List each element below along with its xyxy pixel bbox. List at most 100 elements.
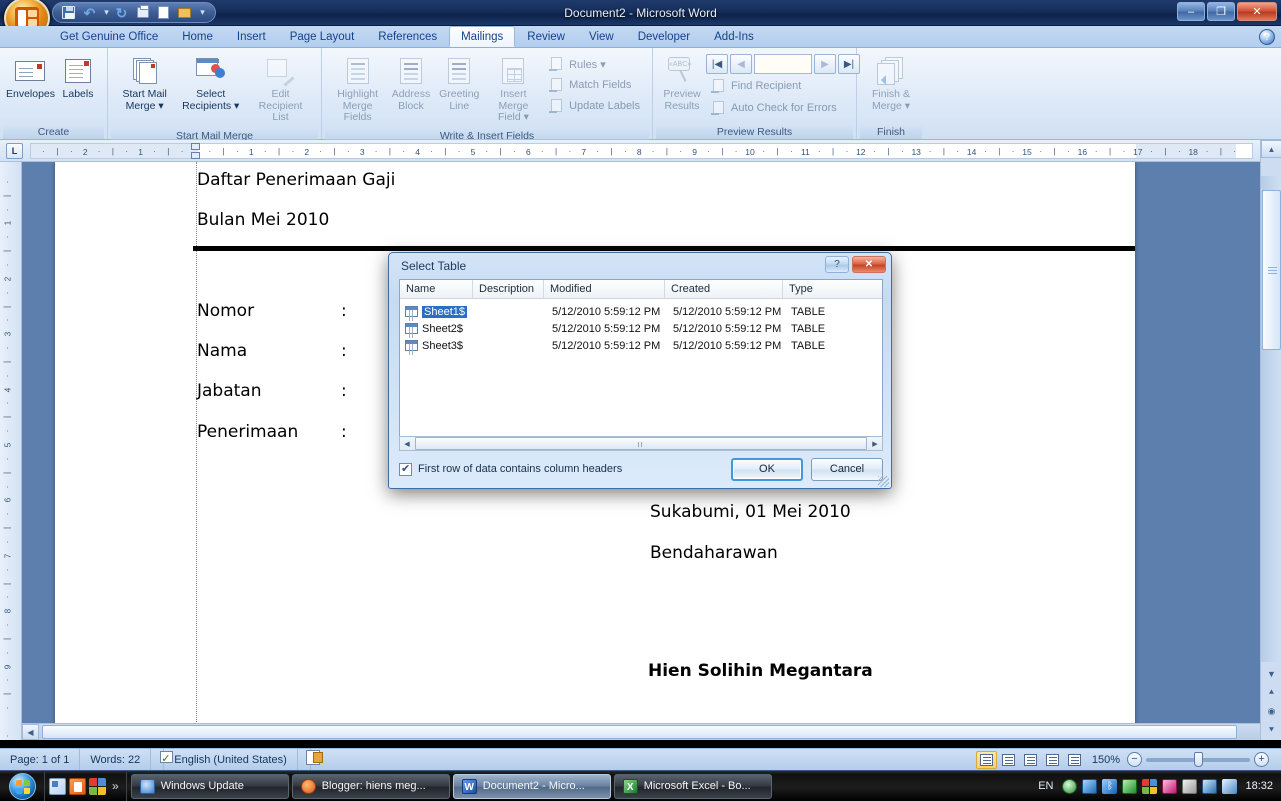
web-layout-view-button[interactable]: [1020, 751, 1041, 769]
bluetooth-tray-icon[interactable]: ᛒ: [1102, 778, 1118, 794]
first-row-headers-checkbox[interactable]: First row of data contains column header…: [399, 462, 622, 476]
dialog-close-button[interactable]: ✕: [852, 256, 886, 273]
horizontal-scroll-thumb[interactable]: [42, 725, 1237, 739]
select-recipients-button[interactable]: Select Recipients ▾: [176, 52, 245, 115]
tab-review[interactable]: Review: [515, 26, 577, 47]
address-block-button[interactable]: Address Block: [388, 52, 433, 115]
draft-view-button[interactable]: [1064, 751, 1085, 769]
zoom-slider-control[interactable]: − +: [1127, 751, 1277, 767]
finish-merge-button[interactable]: Finish & Merge ▾: [864, 52, 918, 115]
green-tray-icon[interactable]: [1122, 778, 1138, 794]
insert-merge-field-button[interactable]: Insert Merge Field ▾: [485, 52, 542, 127]
cancel-button[interactable]: Cancel: [811, 457, 883, 481]
media-tray-icon[interactable]: [1142, 778, 1158, 794]
next-page-button[interactable]: ⯆: [1261, 721, 1281, 740]
track-changes-status[interactable]: [298, 748, 311, 771]
dialog-scroll-right-button[interactable]: ▶: [868, 437, 882, 450]
auto-check-errors-button[interactable]: Auto Check for Errors: [706, 98, 860, 118]
zoom-slider-thumb[interactable]: [1194, 751, 1203, 767]
left-indent-handle[interactable]: [191, 143, 200, 150]
dialog-resize-grip[interactable]: [878, 476, 889, 487]
globe-tray-icon[interactable]: [1062, 778, 1078, 794]
rules-button[interactable]: Rules ▾: [544, 54, 645, 74]
taskbar-item-windows-update[interactable]: Windows Update: [130, 773, 289, 799]
scroll-left-button[interactable]: ◀: [22, 724, 39, 740]
tab-add-ins[interactable]: Add-Ins: [702, 26, 766, 47]
select-browse-object-button[interactable]: ◉: [1261, 702, 1281, 721]
update-labels-button[interactable]: Update Labels: [544, 96, 645, 116]
table-row[interactable]: Sheet1$ 5/12/2010 5:59:12 PM 5/12/2010 5…: [400, 303, 882, 320]
taskbar-item-excel[interactable]: Microsoft Excel - Bo...: [613, 773, 772, 799]
horizontal-ruler-strip[interactable]: 2 1 1 2 3 4 5 6 7 8 9 10 11 12 13 14 15 16 17 18 · | · · | · · | · · |…: [30, 143, 1253, 159]
previous-page-button[interactable]: ⯅: [1261, 683, 1281, 702]
outline-view-button[interactable]: [1042, 751, 1063, 769]
checkbox-icon[interactable]: [399, 462, 412, 476]
blue-tray-icon[interactable]: [1082, 778, 1098, 794]
zoom-level-label[interactable]: 150%: [1086, 754, 1126, 766]
dialog-help-button[interactable]: ?: [825, 256, 849, 273]
next-record-button[interactable]: ▶: [814, 54, 836, 74]
find-recipient-button[interactable]: Find Recipient: [706, 76, 860, 96]
new-document-button[interactable]: [154, 4, 173, 22]
vertical-scroll-thumb[interactable]: [1262, 190, 1281, 350]
greeting-line-button[interactable]: Greeting Line: [436, 52, 483, 115]
save-button[interactable]: [59, 4, 78, 22]
start-button[interactable]: [0, 772, 44, 801]
table-row[interactable]: Sheet3$ 5/12/2010 5:59:12 PM 5/12/2010 5…: [400, 337, 882, 354]
maximize-button[interactable]: ❐: [1207, 2, 1235, 21]
volume-tray-icon[interactable]: [1222, 778, 1238, 794]
word-count-status[interactable]: Words: 22: [80, 748, 152, 771]
firefox-quicklaunch-icon[interactable]: [69, 777, 86, 795]
windows-media-quicklaunch-icon[interactable]: [89, 777, 106, 795]
clock[interactable]: 18:32: [1242, 780, 1273, 792]
dialog-scroll-left-button[interactable]: ◀: [400, 437, 414, 450]
show-desktop-icon[interactable]: [49, 777, 66, 795]
customize-qat-button[interactable]: ▾: [196, 4, 207, 22]
quick-launch-overflow-button[interactable]: »: [109, 779, 122, 793]
print-preview-button[interactable]: [133, 4, 152, 22]
dialog-horizontal-scrollbar[interactable]: ◀ ▶: [399, 436, 883, 451]
page-count-status[interactable]: Page: 1 of 1: [0, 748, 81, 771]
preview-results-button[interactable]: «ABC» Preview Results: [660, 52, 704, 115]
record-number-input[interactable]: [754, 54, 812, 74]
previous-record-button[interactable]: ◀: [730, 54, 752, 74]
vertical-scrollbar[interactable]: ▲ ▼ ⯅ ◉ ⯆: [1260, 140, 1281, 740]
language-indicator[interactable]: EN: [1038, 780, 1057, 792]
language-status[interactable]: English (United States): [164, 748, 298, 771]
ok-button[interactable]: OK: [731, 457, 803, 481]
column-header-description[interactable]: Description: [473, 280, 544, 298]
power-tray-icon[interactable]: [1182, 778, 1198, 794]
tab-developer[interactable]: Developer: [626, 26, 702, 47]
first-line-indent-handle[interactable]: [191, 152, 200, 159]
pink-tray-icon[interactable]: [1162, 778, 1178, 794]
first-record-button[interactable]: |◀: [706, 54, 728, 74]
scroll-up-button[interactable]: ▲: [1261, 140, 1281, 158]
proofing-status[interactable]: [151, 748, 165, 771]
help-button[interactable]: ?: [1259, 29, 1275, 45]
tab-stop-selector[interactable]: L: [6, 143, 23, 159]
taskbar-item-document2[interactable]: Document2 - Micro...: [452, 773, 611, 799]
open-button[interactable]: [175, 4, 194, 22]
undo-button[interactable]: ↶: [80, 4, 99, 22]
zoom-out-button[interactable]: −: [1127, 752, 1142, 767]
vertical-ruler[interactable]: 1 2 3 4 5 6 7 8 9 · | · · | · · | · · | · · | · · | · · | · · | · · | · · | · ·: [0, 162, 22, 740]
zoom-in-button[interactable]: +: [1254, 752, 1269, 767]
undo-dropdown[interactable]: ▾: [101, 4, 110, 22]
tab-mailings[interactable]: Mailings: [449, 26, 516, 47]
taskbar-item-blogger[interactable]: Blogger: hiens meg...: [291, 773, 450, 799]
column-header-created[interactable]: Created: [665, 280, 783, 298]
scroll-down-button[interactable]: ▼: [1261, 664, 1281, 683]
tab-home[interactable]: Home: [170, 26, 225, 47]
redo-button[interactable]: ↻: [112, 4, 131, 22]
network-tray-icon[interactable]: [1202, 778, 1218, 794]
column-header-modified[interactable]: Modified: [544, 280, 665, 298]
edit-recipient-list-button[interactable]: Edit Recipient List: [247, 52, 314, 127]
zoom-slider-track[interactable]: [1146, 751, 1250, 767]
minimize-button[interactable]: –: [1177, 2, 1205, 21]
tab-insert[interactable]: Insert: [225, 26, 278, 47]
envelopes-button[interactable]: Envelopes: [6, 52, 55, 104]
print-layout-view-button[interactable]: [975, 750, 997, 769]
match-fields-button[interactable]: Match Fields: [544, 75, 645, 95]
close-button[interactable]: ✕: [1237, 2, 1277, 21]
column-header-name[interactable]: Name: [400, 280, 473, 298]
